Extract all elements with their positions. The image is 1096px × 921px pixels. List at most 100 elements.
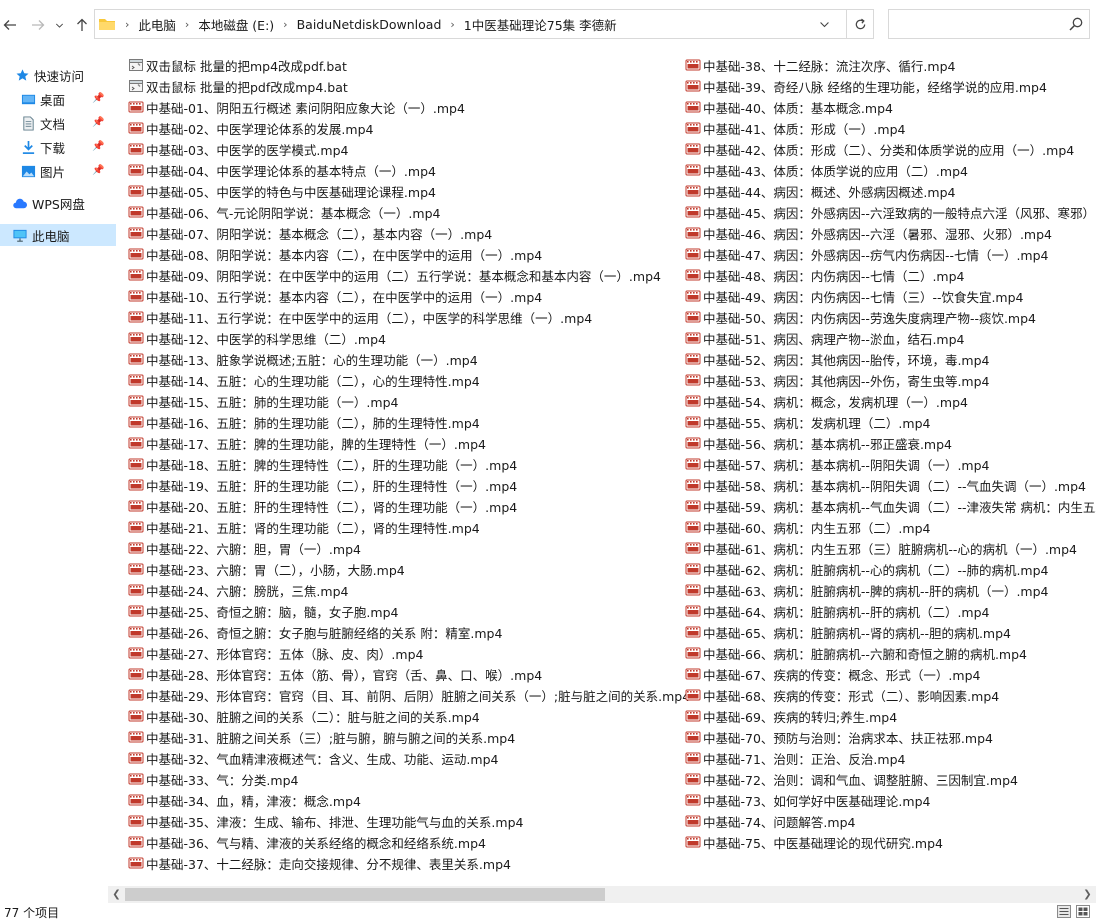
back-button[interactable]	[0, 14, 20, 36]
file-item[interactable]: 中基础-44、病因：概述、外感病因概述.mp4	[685, 181, 955, 201]
file-item[interactable]: 中基础-25、奇恒之腑：脑，髓，女子胞.mp4	[128, 601, 398, 621]
large-icons-view-icon[interactable]	[1076, 905, 1090, 918]
pin-icon[interactable]: 📌	[92, 93, 104, 105]
sidebar-item-wps-cloud[interactable]: WPS网盘	[0, 192, 116, 214]
file-item[interactable]: 中基础-05、中医学的特色与中医基础理论课程.mp4	[128, 181, 436, 201]
file-item[interactable]: 中基础-58、病机：基本病机--阴阳失调（二）--气血失调（一）.mp4	[685, 475, 1086, 495]
chevron-right-icon[interactable]: ›	[181, 18, 193, 31]
file-item[interactable]: 中基础-02、中医学理论体系的发展.mp4	[128, 118, 373, 138]
up-button[interactable]	[72, 14, 92, 36]
file-item[interactable]: 中基础-10、五行学说：基本内容（二），在中医学中的运用（一）.mp4	[128, 286, 542, 306]
file-item[interactable]: 中基础-59、病机：基本病机--气血失调（二）--津液失常 病机：内生五邪（一）…	[685, 496, 1096, 516]
details-view-icon[interactable]	[1057, 905, 1071, 918]
file-item[interactable]: 中基础-53、病因：其他病因--外伤，寄生虫等.mp4	[685, 370, 989, 390]
file-item[interactable]: 中基础-01、阴阳五行概述 素问阴阳应象大论（一）.mp4	[128, 97, 465, 117]
file-item[interactable]: 中基础-11、五行学说：在中医学中的运用（二），中医学的科学思维（一）.mp4	[128, 307, 592, 327]
file-item[interactable]: 中基础-69、疾病的转归;养生.mp4	[685, 706, 897, 726]
file-item[interactable]: 中基础-57、病机：基本病机--阴阳失调（一）.mp4	[685, 454, 989, 474]
sidebar-item-quick-access[interactable]: 快速访问	[0, 64, 118, 86]
sidebar-item-desktop[interactable]: 桌面 📌	[0, 88, 124, 110]
file-item[interactable]: 中基础-30、脏腑之间的关系（二）：脏与脏之间的关系.mp4	[128, 706, 480, 726]
file-item[interactable]: 中基础-36、气与精、津液的关系经络的概念和经络系统.mp4	[128, 832, 486, 852]
file-item[interactable]: 中基础-41、体质：形成（一）.mp4	[685, 118, 905, 138]
file-item[interactable]: 中基础-64、病机：脏腑病机--肝的病机（二）.mp4	[685, 601, 989, 621]
file-item[interactable]: 中基础-40、体质：基本概念.mp4	[685, 97, 893, 117]
file-item[interactable]: 中基础-38、十二经脉：流注次序、循行.mp4	[685, 55, 955, 75]
sidebar-item-pictures[interactable]: 图片 📌	[0, 160, 124, 182]
file-item[interactable]: 中基础-06、气-元论阴阳学说：基本概念（一）.mp4	[128, 202, 440, 222]
file-item[interactable]: 中基础-49、病因：内伤病因--七情（三）--饮食失宜.mp4	[685, 286, 1024, 306]
file-item[interactable]: 中基础-34、血，精，津液：概念.mp4	[128, 790, 361, 810]
breadcrumb-drive-e[interactable]: 本地磁盘 (E:)	[193, 15, 279, 34]
file-item[interactable]: 中基础-09、阴阳学说：在中医学中的运用（二）五行学说：基本概念和基本内容（一）…	[128, 265, 661, 285]
file-item[interactable]: 中基础-04、中医学理论体系的基本特点（一）.mp4	[128, 160, 436, 180]
file-item[interactable]: 中基础-48、病因：内伤病因--七情（二）.mp4	[685, 265, 964, 285]
file-item[interactable]: 中基础-24、六腑：膀胱，三焦.mp4	[128, 580, 348, 600]
file-item[interactable]: 中基础-75、中医基础理论的现代研究.mp4	[685, 832, 943, 852]
forward-button[interactable]	[28, 14, 48, 36]
file-item[interactable]: 中基础-43、体质：体质学说的应用（二）.mp4	[685, 160, 968, 180]
file-item[interactable]: 中基础-60、病机：内生五邪（二）.mp4	[685, 517, 930, 537]
file-item[interactable]: 中基础-21、五脏：肾的生理功能（二），肾的生理特性.mp4	[128, 517, 480, 537]
refresh-button[interactable]	[846, 10, 874, 38]
file-item[interactable]: 中基础-29、形体官窍：官窍（目、耳、前阴、后阴）脏腑之间关系（一）;脏与脏之间…	[128, 685, 690, 705]
file-item[interactable]: 中基础-56、病机：基本病机--邪正盛衰.mp4	[685, 433, 952, 453]
file-item[interactable]: 中基础-67、疾病的传变：概念、形式（一）.mp4	[685, 664, 980, 684]
file-item[interactable]: 中基础-35、津液：生成、输布、排泄、生理功能气与血的关系.mp4	[128, 811, 523, 831]
file-item[interactable]: 中基础-73、如何学好中医基础理论.mp4	[685, 790, 930, 810]
file-item[interactable]: 中基础-27、形体官窍：五体（脉、皮、肉）.mp4	[128, 643, 423, 663]
file-item[interactable]: 中基础-23、六腑：胃（二），小肠，大肠.mp4	[128, 559, 405, 579]
file-item[interactable]: 中基础-37、十二经脉：走向交接规律、分不规律、表里关系.mp4	[128, 853, 511, 873]
address-bar[interactable]: › 此电脑 › 本地磁盘 (E:) › BaiduNetdiskDownload…	[94, 9, 874, 39]
breadcrumb-baidu-download[interactable]: BaiduNetdiskDownload	[292, 17, 447, 32]
sidebar-item-documents[interactable]: 文档 📌	[0, 112, 124, 134]
file-item[interactable]: 中基础-22、六腑：胆，胃（一）.mp4	[128, 538, 361, 558]
pin-icon[interactable]: 📌	[92, 165, 104, 177]
file-item[interactable]: 中基础-54、病机：概念，发病机理（一）.mp4	[685, 391, 968, 411]
file-item[interactable]: 中基础-33、气：分类.mp4	[128, 769, 298, 789]
scrollbar-thumb[interactable]	[125, 888, 605, 901]
file-item[interactable]: 中基础-26、奇恒之腑：女子胞与脏腑经络的关系 附：精室.mp4	[128, 622, 502, 642]
file-item[interactable]: 中基础-50、病因：内伤病因--劳逸失度病理产物--痰饮.mp4	[685, 307, 1036, 327]
file-item[interactable]: 中基础-66、病机：脏腑病机--六腑和奇恒之腑的病机.mp4	[685, 643, 1027, 663]
file-item[interactable]: 中基础-55、病机：发病机理（二）.mp4	[685, 412, 930, 432]
file-item[interactable]: 中基础-46、病因：外感病因--六淫（暑邪、湿邪、火邪）.mp4	[685, 223, 1052, 243]
scroll-right-icon[interactable]: ❯	[1079, 886, 1096, 903]
file-item[interactable]: 中基础-71、治则：正治、反治.mp4	[685, 748, 905, 768]
file-item[interactable]: 中基础-51、病因、病理产物--淤血，结石.mp4	[685, 328, 964, 348]
file-item[interactable]: 双击鼠标 批量的把mp4改成pdf.bat	[128, 55, 347, 75]
file-item[interactable]: 中基础-19、五脏：肝的生理功能（二），肝的生理特性（一）.mp4	[128, 475, 517, 495]
file-item[interactable]: 中基础-52、病因：其他病因--胎传，环境，毒.mp4	[685, 349, 989, 369]
pin-icon[interactable]: 📌	[92, 117, 104, 129]
address-history-dropdown[interactable]	[815, 16, 833, 32]
file-item[interactable]: 中基础-61、病机：内生五邪（三）脏腑病机--心的病机（一）.mp4	[685, 538, 1077, 558]
file-item[interactable]: 中基础-12、中医学的科学思维（二）.mp4	[128, 328, 386, 348]
file-item[interactable]: 中基础-07、阴阳学说：基本概念（二），基本内容（一）.mp4	[128, 223, 492, 243]
breadcrumb-this-pc[interactable]: 此电脑	[133, 15, 181, 34]
scroll-left-icon[interactable]: ❮	[108, 886, 125, 903]
chevron-right-icon[interactable]: ›	[279, 18, 291, 31]
chevron-right-icon[interactable]: ›	[121, 18, 133, 31]
file-item[interactable]: 中基础-15、五脏：肺的生理功能（一）.mp4	[128, 391, 398, 411]
file-item[interactable]: 中基础-17、五脏：脾的生理功能，脾的生理特性（一）.mp4	[128, 433, 486, 453]
file-item[interactable]: 中基础-18、五脏：脾的生理特性（二），肝的生理功能（一）.mp4	[128, 454, 517, 474]
file-item[interactable]: 中基础-14、五脏：心的生理功能（二），心的生理特性.mp4	[128, 370, 480, 390]
file-item[interactable]: 中基础-13、脏象学说概述;五脏：心的生理功能（一）.mp4	[128, 349, 478, 369]
file-item[interactable]: 中基础-45、病因：外感病因--六淫致病的一般特点六淫（风邪、寒邪）.mp4	[685, 202, 1096, 222]
file-item[interactable]: 中基础-08、阴阳学说：基本内容（二），在中医学中的运用（一）.mp4	[128, 244, 542, 264]
file-item[interactable]: 中基础-39、奇经八脉 经络的生理功能，经络学说的应用.mp4	[685, 76, 1047, 96]
file-item[interactable]: 中基础-68、疾病的传变：形式（二）、影响因素.mp4	[685, 685, 999, 705]
file-item[interactable]: 中基础-65、病机：脏腑病机--肾的病机--胆的病机.mp4	[685, 622, 1011, 642]
file-item[interactable]: 中基础-72、治则：调和气血、调整脏腑、三因制宜.mp4	[685, 769, 1018, 789]
file-item[interactable]: 中基础-63、病机：脏腑病机--脾的病机--肝的病机（一）.mp4	[685, 580, 1049, 600]
file-item[interactable]: 中基础-74、问题解答.mp4	[685, 811, 855, 831]
pin-icon[interactable]: 📌	[92, 141, 104, 153]
file-item[interactable]: 中基础-62、病机：脏腑病机--心的病机（二）--肺的病机.mp4	[685, 559, 1049, 579]
horizontal-scrollbar[interactable]: ❮ ❯	[108, 886, 1096, 903]
file-item[interactable]: 中基础-16、五脏：肺的生理功能（二），肺的生理特性.mp4	[128, 412, 480, 432]
file-item[interactable]: 中基础-20、五脏：肝的生理特性（二），肾的生理功能（一）.mp4	[128, 496, 517, 516]
file-item[interactable]: 中基础-47、病因：外感病因--疠气内伤病因--七情（一）.mp4	[685, 244, 1049, 264]
sidebar-item-downloads[interactable]: 下载 📌	[0, 136, 124, 158]
file-item[interactable]: 中基础-32、气血精津液概述气：含义、生成、功能、运动.mp4	[128, 748, 498, 768]
file-item[interactable]: 双击鼠标 批量的把pdf改成mp4.bat	[128, 76, 348, 96]
